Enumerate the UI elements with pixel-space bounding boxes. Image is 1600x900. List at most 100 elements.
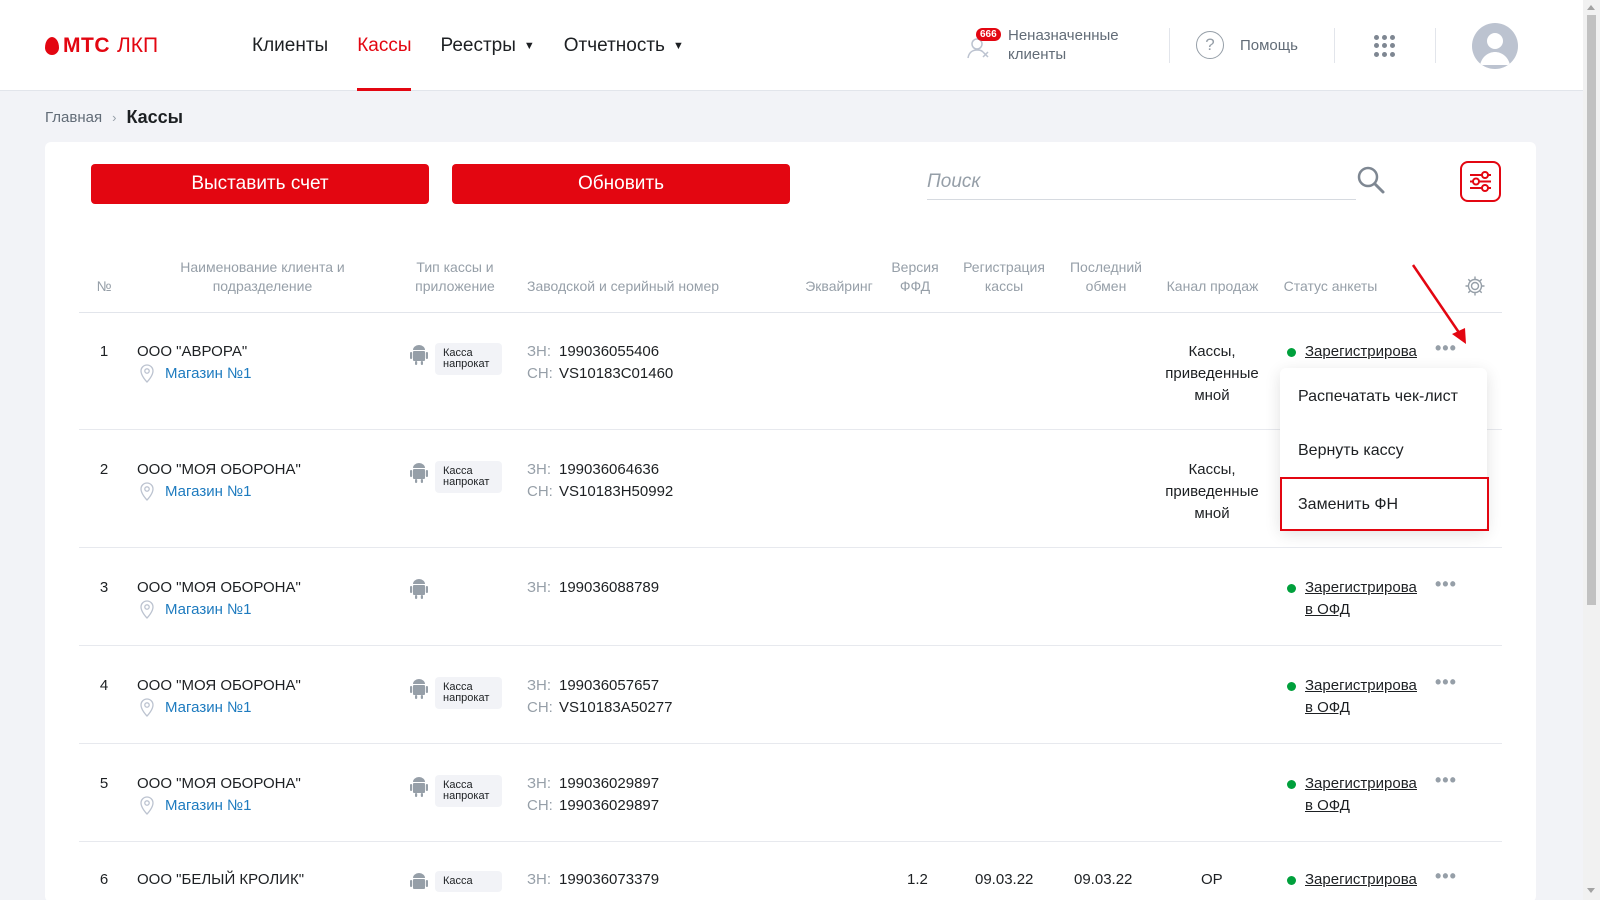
- unassigned-clients-label: Неназначенные клиенты: [1008, 27, 1119, 63]
- zn-label: ЗН:: [527, 871, 552, 888]
- sales-channel: Кассы, приведенные мной: [1165, 343, 1259, 404]
- more-actions-icon[interactable]: •••: [1435, 866, 1457, 887]
- chevron-right-icon: ›: [112, 110, 117, 125]
- last-exchange-date: 09.03.22: [1074, 871, 1133, 888]
- shop-link[interactable]: Магазин №1: [137, 795, 301, 817]
- caret-down-icon: ▼: [672, 39, 684, 52]
- client-name[interactable]: ООО "МОЯ ОБОРОНА": [137, 773, 301, 795]
- table-row-client: ООО "МОЯ ОБОРОНА" Магазин №1: [137, 773, 301, 817]
- row-num: 2: [99, 461, 109, 478]
- location-pin-icon: [140, 796, 154, 815]
- issue-invoice-button[interactable]: Выставить счет: [91, 164, 429, 204]
- zn-value: 199036029897: [559, 775, 660, 792]
- logo-product: ЛКП: [117, 34, 159, 57]
- menu-return-cashbox[interactable]: Вернуть кассу: [1298, 442, 1404, 460]
- android-icon: [409, 462, 429, 491]
- shop-link[interactable]: Магазин №1: [137, 481, 301, 503]
- scroll-down-icon[interactable]: [1587, 888, 1595, 893]
- status-ok-dot: [1287, 584, 1296, 593]
- col-header-ffd: Версия ФФД: [891, 259, 939, 294]
- filter-settings-icon[interactable]: [1460, 161, 1501, 202]
- mts-egg-icon: [45, 37, 59, 55]
- top-header: МТС ЛКП Клиенты Кассы Реестры ▼ Отчетност…: [0, 0, 1583, 91]
- row-num: 4: [99, 677, 109, 694]
- nav-registries-label: Реестры: [440, 34, 516, 56]
- client-name[interactable]: ООО "МОЯ ОБОРОНА": [137, 459, 301, 481]
- status-link[interactable]: Зарегистрирована в ОФД: [1305, 675, 1417, 719]
- scroll-up-icon[interactable]: [1587, 5, 1595, 10]
- table-row-client: ООО "МОЯ ОБОРОНА" Магазин №1: [137, 459, 301, 503]
- user-avatar[interactable]: [1472, 23, 1518, 69]
- col-header-channel: Канал продаж: [1166, 278, 1259, 294]
- nav-clients[interactable]: Клиенты: [252, 0, 328, 91]
- table-row-client: ООО "МОЯ ОБОРОНА" Магазин №1: [137, 577, 301, 621]
- unassigned-clients[interactable]: 666 Неназначенные клиенты: [966, 26, 1138, 64]
- table-row-client: ООО "АВРОРА" Магазин №1: [137, 341, 251, 385]
- help-link[interactable]: ? Помощь: [1196, 31, 1298, 59]
- status-cell: Зарегистрирована: [1287, 869, 1417, 891]
- apps-grid-icon[interactable]: [1374, 35, 1396, 57]
- shop-name: Магазин №1: [165, 601, 252, 618]
- help-icon: ?: [1196, 31, 1224, 59]
- status-ok-dot: [1287, 682, 1296, 691]
- zn-value: 199036055406: [559, 343, 660, 360]
- col-header-acquiring: Эквайринг: [805, 278, 873, 294]
- header-divider-line: [79, 312, 1502, 313]
- android-icon: [409, 344, 429, 373]
- row-num: 1: [99, 343, 109, 360]
- col-header-status: Статус анкеты: [1283, 278, 1378, 294]
- status-link[interactable]: Зарегистрирована: [1305, 341, 1417, 363]
- nav-registries[interactable]: Реестры ▼: [440, 0, 534, 91]
- row-num: 6: [99, 871, 109, 888]
- shop-link[interactable]: Магазин №1: [137, 599, 301, 621]
- user-silhouette-icon: [1480, 33, 1510, 65]
- issue-invoice-label: Выставить счет: [191, 173, 329, 194]
- mts-logo[interactable]: МТС ЛКП: [45, 34, 158, 58]
- status-link[interactable]: Зарегистрирована в ОФД: [1305, 773, 1417, 817]
- nav-reports[interactable]: Отчетность ▼: [564, 0, 684, 91]
- zn-label: ЗН:: [527, 343, 552, 360]
- zn-label: ЗН:: [527, 775, 552, 792]
- shop-link[interactable]: Магазин №1: [137, 697, 301, 719]
- more-actions-icon[interactable]: •••: [1435, 672, 1457, 693]
- nav-cashboxes[interactable]: Кассы: [357, 0, 412, 91]
- search-icon[interactable]: [1356, 165, 1386, 195]
- page-scrollbar[interactable]: [1583, 0, 1600, 900]
- search-input[interactable]: [927, 164, 1356, 200]
- col-header-client: Наименование клиента и подразделение: [180, 259, 345, 294]
- refresh-label: Обновить: [577, 173, 665, 194]
- client-name[interactable]: ООО "МОЯ ОБОРОНА": [137, 577, 301, 599]
- location-pin-icon: [140, 482, 154, 501]
- zn-value: 199036088789: [559, 579, 660, 596]
- menu-print-checklist[interactable]: Распечатать чек-лист: [1298, 388, 1458, 406]
- status-ok-dot: [1287, 876, 1296, 885]
- rent-badge: Касса: [435, 871, 502, 892]
- refresh-button[interactable]: Обновить: [452, 164, 790, 204]
- status-link[interactable]: Зарегистрирована в ОФД: [1305, 577, 1417, 621]
- serial-numbers: ЗН: 199036029897 СН: 199036029897: [527, 773, 659, 817]
- serial-numbers: ЗН: 199036064636 СН: VS10183H50992: [527, 459, 673, 503]
- rent-badge: Касса напрокат: [435, 343, 502, 375]
- client-name[interactable]: ООО "АВРОРА": [137, 341, 251, 363]
- location-pin-icon: [140, 600, 154, 619]
- client-name[interactable]: ООО "БЕЛЫЙ КРОЛИК": [137, 869, 304, 891]
- more-actions-icon[interactable]: •••: [1435, 770, 1457, 791]
- rent-badge: Касса напрокат: [435, 775, 502, 807]
- more-actions-icon[interactable]: •••: [1435, 574, 1457, 595]
- client-name[interactable]: ООО "МОЯ ОБОРОНА": [137, 675, 301, 697]
- sn-value: VS10183H50992: [559, 483, 674, 500]
- serial-numbers: ЗН: 199036073379: [527, 869, 659, 891]
- nav-reports-label: Отчетность: [563, 34, 665, 56]
- zn-label: ЗН:: [527, 461, 552, 478]
- status-cell: Зарегистрирована в ОФД: [1287, 577, 1417, 621]
- serial-numbers: ЗН: 199036057657 СН: VS10183A50277: [527, 675, 672, 719]
- breadcrumb-home[interactable]: Главная: [45, 109, 102, 126]
- rent-badge: Касса напрокат: [435, 677, 502, 709]
- col-header-serial: Заводской и серийный номер: [527, 278, 720, 294]
- scrollbar-thumb[interactable]: [1587, 15, 1596, 605]
- sn-label: СН:: [527, 797, 553, 814]
- row-divider: [79, 547, 1502, 548]
- status-link[interactable]: Зарегистрирована: [1305, 869, 1417, 891]
- shop-link[interactable]: Магазин №1: [137, 363, 251, 385]
- zn-label: ЗН:: [527, 677, 552, 694]
